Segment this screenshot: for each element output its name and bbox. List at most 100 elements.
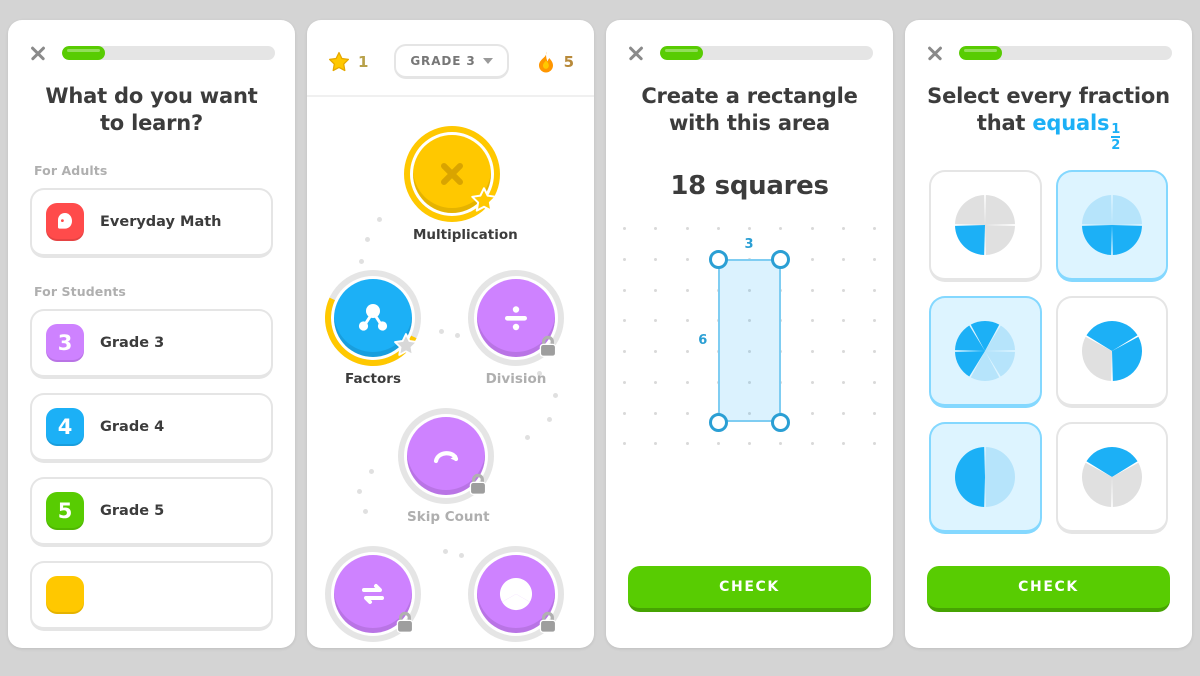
grid-dot bbox=[873, 350, 876, 354]
skill-node-skip-count[interactable]: Skip Count bbox=[398, 408, 494, 525]
grid-dot bbox=[685, 288, 689, 292]
grid-dot bbox=[873, 442, 876, 446]
grid-dot bbox=[685, 442, 689, 446]
close-icon[interactable] bbox=[28, 43, 48, 63]
grid-dot bbox=[810, 227, 814, 231]
grid-dot bbox=[841, 442, 845, 446]
grid-dot bbox=[873, 380, 876, 384]
grid-dot bbox=[810, 442, 814, 446]
area-value: 18 squares bbox=[670, 170, 829, 201]
flame-icon bbox=[538, 51, 553, 72]
grid-dot bbox=[623, 288, 626, 292]
page-title: Select every fraction that equals 1 2 bbox=[905, 63, 1192, 152]
course-row-everyday-math[interactable]: Everyday Math bbox=[30, 187, 273, 258]
grid-dot bbox=[873, 411, 876, 415]
skill-node-repeat[interactable] bbox=[325, 546, 421, 647]
star-icon bbox=[471, 187, 497, 212]
grid-dot bbox=[810, 350, 814, 354]
grid-dot bbox=[685, 350, 689, 354]
lock-icon bbox=[539, 611, 557, 633]
star-stat[interactable]: 1 bbox=[327, 50, 368, 74]
streak-count: 5 bbox=[563, 52, 574, 71]
student-course-list: 3 Grade 3 4 Grade 4 5 Grade 5 bbox=[8, 308, 295, 631]
check-button-container: CHECK bbox=[927, 566, 1170, 612]
head-profile-icon bbox=[46, 202, 84, 241]
course-label: Everyday Math bbox=[100, 213, 222, 230]
course-row-grade-4[interactable]: 4 Grade 4 bbox=[30, 392, 273, 463]
check-button[interactable]: CHECK bbox=[628, 566, 871, 612]
fraction-pie-thirds bbox=[1081, 320, 1142, 381]
grid-dot bbox=[841, 227, 845, 231]
fraction-tile-1[interactable] bbox=[929, 169, 1042, 282]
skill-node-multiplication[interactable]: Multiplication bbox=[404, 126, 518, 243]
course-label: Grade 5 bbox=[100, 502, 165, 519]
skill-node-division[interactable]: Division bbox=[468, 270, 564, 387]
fraction-tile-3[interactable] bbox=[929, 295, 1042, 408]
fraction-pie-quarters bbox=[955, 194, 1016, 255]
skill-node-label: Skip Count bbox=[407, 509, 490, 525]
course-row-partial[interactable] bbox=[30, 560, 273, 631]
course-row-grade-5[interactable]: 5 Grade 5 bbox=[30, 476, 273, 547]
progress-bar-fill bbox=[959, 46, 1002, 60]
fraction-tile-2[interactable] bbox=[1055, 169, 1168, 282]
grade-selector-label: GRADE 3 bbox=[410, 54, 476, 68]
title-highlight: equals bbox=[1032, 110, 1110, 135]
skill-node-label: Division bbox=[485, 371, 547, 387]
rectangle-handle-bottom-right[interactable] bbox=[771, 412, 791, 432]
grid-dot bbox=[810, 411, 814, 415]
lock-icon bbox=[469, 473, 487, 495]
grid-dot bbox=[810, 288, 814, 292]
grid-dot bbox=[810, 380, 814, 384]
fraction-tile-5[interactable] bbox=[929, 421, 1042, 534]
fraction-tile-grid bbox=[905, 152, 1192, 534]
skill-node-factors[interactable]: Factors bbox=[311, 256, 435, 387]
page-title-line2: that equals 1 2 bbox=[927, 110, 1170, 152]
fraction-tile-6[interactable] bbox=[1055, 421, 1168, 534]
skill-node-label: Factors bbox=[345, 371, 401, 387]
grid-dot bbox=[623, 411, 626, 415]
grid-dot bbox=[841, 411, 845, 415]
page-title-line2: with this area bbox=[668, 110, 831, 135]
grid-dot bbox=[810, 257, 814, 261]
dot-grid-canvas[interactable]: 3 6 bbox=[623, 227, 876, 446]
grid-dot bbox=[654, 442, 658, 446]
grid-dot bbox=[748, 227, 751, 231]
page-title-line2: to learn? bbox=[99, 110, 204, 135]
rectangle-handle-top-left[interactable] bbox=[708, 249, 728, 269]
grid-dot bbox=[654, 411, 658, 415]
skill-node-pie-thirds[interactable] bbox=[468, 546, 564, 647]
fraction-topbar bbox=[905, 20, 1192, 63]
grid-dot bbox=[623, 227, 626, 231]
grid-dot bbox=[841, 380, 845, 384]
grid-dot bbox=[654, 380, 658, 384]
grid-dot bbox=[685, 227, 689, 231]
fraction-pie-quarters bbox=[1081, 194, 1142, 255]
rectangle-width-label: 3 bbox=[744, 237, 754, 253]
section-label-students: For Students bbox=[34, 283, 126, 299]
page-title-line1: What do you want bbox=[45, 84, 258, 108]
streak-stat[interactable]: 5 bbox=[535, 50, 574, 74]
grid-dot bbox=[873, 257, 876, 261]
grid-dot bbox=[623, 257, 626, 261]
rectangle-shape[interactable] bbox=[718, 259, 781, 423]
check-button[interactable]: CHECK bbox=[927, 566, 1170, 612]
grid-dot bbox=[623, 380, 626, 384]
grid-dot bbox=[685, 411, 689, 415]
grid-dot bbox=[748, 442, 751, 446]
skill-tree: Multiplication Factors Division Skip Cou… bbox=[307, 97, 594, 642]
grade-selector[interactable]: GRADE 3 bbox=[394, 44, 509, 79]
course-row-grade-3[interactable]: 3 Grade 3 bbox=[30, 308, 273, 379]
grid-dot bbox=[841, 350, 845, 354]
close-icon[interactable] bbox=[626, 43, 646, 63]
fraction-tile-4[interactable] bbox=[1055, 295, 1168, 408]
grid-dot bbox=[841, 288, 845, 292]
fraction-numerator: 1 bbox=[1111, 121, 1121, 137]
grid-dot bbox=[685, 319, 689, 323]
rectangle-handle-top-right[interactable] bbox=[771, 249, 791, 269]
fraction-pie-halves bbox=[955, 446, 1016, 507]
fraction-exercise-panel: Select every fraction that equals 1 2 CHEC… bbox=[905, 20, 1192, 648]
close-icon[interactable] bbox=[925, 43, 945, 63]
rectangle-handle-bottom-left[interactable] bbox=[708, 412, 728, 432]
grid-dot bbox=[841, 257, 845, 261]
progress-bar bbox=[62, 46, 275, 60]
